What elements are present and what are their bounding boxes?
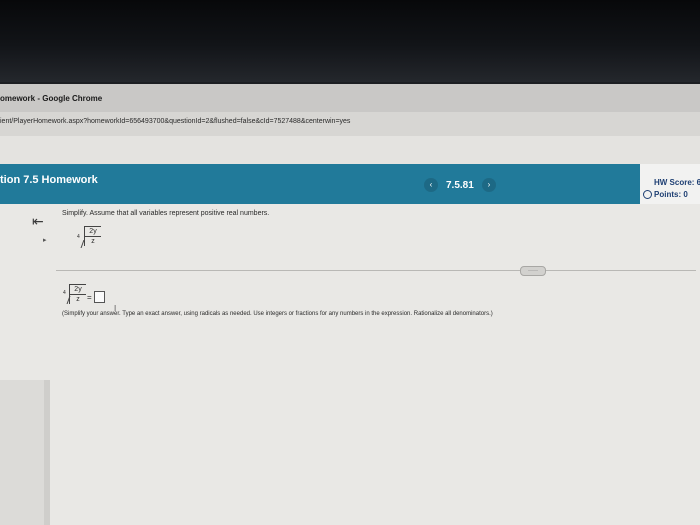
answer-denominator: z bbox=[76, 296, 80, 303]
answer-fraction: 2y z bbox=[69, 284, 86, 304]
hw-score: HW Score: 6 bbox=[654, 178, 700, 187]
divider bbox=[56, 270, 696, 271]
answer-numerator: 2y bbox=[70, 285, 86, 295]
score-panel: HW Score: 6 Points: 0 bbox=[640, 164, 700, 206]
browser-gap bbox=[0, 136, 700, 164]
question-fraction: 2y z bbox=[84, 226, 101, 246]
points-radio-icon bbox=[643, 190, 652, 199]
question-prompt: Simplify. Assume that all variables repr… bbox=[62, 210, 270, 217]
points: Points: 0 bbox=[654, 190, 688, 199]
question-numerator: 2y bbox=[85, 227, 101, 237]
answer-input[interactable] bbox=[94, 291, 105, 303]
next-question-button[interactable]: › bbox=[482, 178, 496, 192]
side-marker: ▸ bbox=[43, 237, 47, 244]
window-title: omework - Google Chrome bbox=[0, 94, 103, 103]
answer-instructions: (Simplify your answer. Type an exact ans… bbox=[62, 311, 493, 317]
equals-sign: = bbox=[87, 293, 92, 302]
question-denominator: z bbox=[91, 238, 95, 245]
question-content bbox=[0, 204, 700, 525]
back-arrow-icon[interactable]: ⇤ bbox=[32, 213, 44, 230]
homework-header: tion 7.5 Homework ‹ 7.5.81 › bbox=[0, 164, 640, 204]
homework-title: tion 7.5 Homework bbox=[0, 174, 98, 186]
question-number: 7.5.81 bbox=[446, 180, 474, 191]
address-bar[interactable]: ient/PlayerHomework.aspx?homeworkId=6564… bbox=[0, 112, 700, 136]
expand-button[interactable]: ····· bbox=[520, 266, 546, 276]
browser-titlebar: omework - Google Chrome bbox=[0, 84, 700, 112]
monitor-bezel bbox=[0, 0, 700, 82]
previous-question-button[interactable]: ‹ bbox=[424, 178, 438, 192]
scroll-track[interactable] bbox=[44, 380, 50, 525]
left-panel bbox=[0, 380, 50, 525]
url-text[interactable]: ient/PlayerHomework.aspx?homeworkId=6564… bbox=[0, 118, 350, 125]
